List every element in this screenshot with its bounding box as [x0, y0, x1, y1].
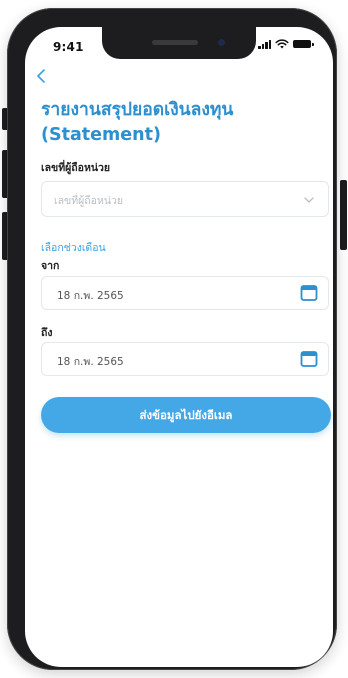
- screen: 9:41 รายงานสรุปยอดเงินลงทุน (Statement): [25, 27, 333, 667]
- to-date-value: 18 ก.พ. 2565: [57, 356, 124, 368]
- status-icons: [258, 39, 314, 49]
- from-date-value: 18 ก.พ. 2565: [57, 290, 124, 302]
- to-date-field[interactable]: 18 ก.พ. 2565: [41, 342, 329, 376]
- signal-icon: [258, 39, 271, 49]
- power-button: [340, 180, 347, 250]
- page-title-line2: (Statement): [41, 125, 161, 145]
- calendar-icon[interactable]: [300, 350, 318, 368]
- camera: [218, 39, 225, 46]
- chevron-left-icon: [37, 69, 45, 83]
- from-label: จาก: [41, 260, 60, 272]
- phone-frame: 9:41 รายงานสรุปยอดเงินลงทุน (Statement): [7, 8, 337, 670]
- unitholder-select[interactable]: เลขที่ผู้ถือหน่วย: [41, 181, 329, 217]
- send-to-email-button[interactable]: ส่งข้อมูลไปยังอีเมล: [41, 397, 331, 433]
- calendar-icon[interactable]: [300, 284, 318, 302]
- to-label: ถึง: [41, 327, 53, 339]
- page-title: รายงานสรุปยอดเงินลงทุน (Statement): [41, 98, 321, 148]
- from-date-field[interactable]: 18 ก.พ. 2565: [41, 276, 329, 310]
- unitholder-label: เลขที่ผู้ถือหน่วย: [41, 162, 111, 174]
- back-button[interactable]: [35, 67, 55, 87]
- battery-icon: [293, 40, 314, 48]
- notch: [102, 27, 256, 59]
- unitholder-placeholder: เลขที่ผู้ถือหน่วย: [54, 195, 124, 207]
- wifi-icon: [275, 39, 289, 49]
- status-time: 9:41: [53, 40, 84, 54]
- period-section-label: เลือกช่วงเดือน: [41, 242, 106, 254]
- speaker: [152, 40, 198, 45]
- chevron-down-icon: [304, 197, 314, 203]
- page-title-line1: รายงานสรุปยอดเงินลงทุน: [41, 100, 234, 120]
